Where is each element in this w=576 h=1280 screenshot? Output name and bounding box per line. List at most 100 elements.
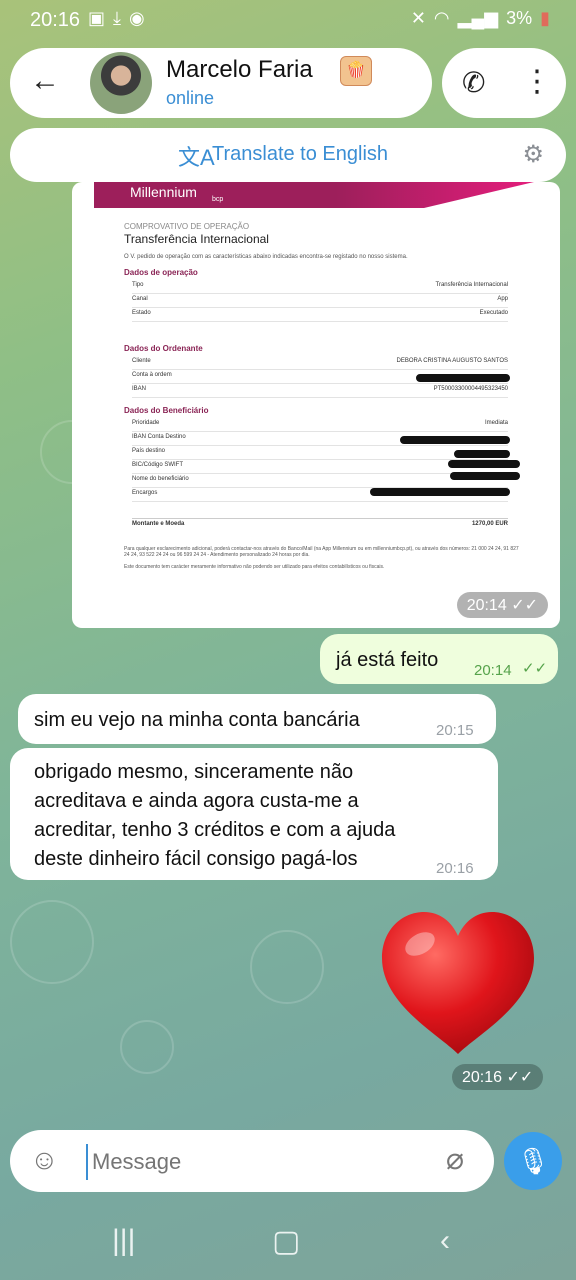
row-label: Tipo: [132, 282, 144, 288]
redaction-mark: [454, 450, 510, 458]
wifi-icon: ◠: [433, 8, 450, 28]
microphone-icon: 🎙: [516, 1146, 550, 1176]
receipt-row: Prioridade Imediata: [132, 420, 508, 432]
translate-icon: 文A: [178, 145, 215, 170]
redaction-mark: [416, 374, 510, 382]
row-label: BIC/Código SWIFT: [132, 462, 184, 468]
status-time: 20:16: [30, 9, 81, 31]
bank-logo: Millennium: [130, 184, 197, 200]
background-doodle: [250, 930, 324, 1004]
receipt-disclaimer: Este documento tem carácter meramente in…: [124, 564, 385, 570]
double-check-icon: ✓✓: [506, 1069, 534, 1086]
section-heading: Dados do Ordenante: [124, 344, 203, 353]
image-message[interactable]: Millennium bcp COMPROVATIVO DE OPERAÇÃO …: [72, 182, 560, 628]
incoming-message[interactable]: sim eu vejo na minha conta bancária 20:1…: [18, 694, 496, 744]
double-check-icon: ✓✓: [511, 597, 538, 614]
receipt-row: Canal App: [132, 296, 508, 308]
translate-label[interactable]: Translate to English: [212, 143, 388, 166]
row-label: Conta à ordem: [132, 372, 172, 378]
row-label: Encargos: [132, 490, 158, 496]
row-value: App: [497, 296, 508, 302]
system-nav-bar: ||| ▢ ‹: [0, 1210, 576, 1280]
redaction-mark: [450, 472, 520, 480]
row-value: Executado: [479, 310, 508, 316]
battery-icon: ▮: [540, 8, 550, 28]
double-check-icon: ✓✓: [522, 660, 548, 677]
row-label: Prioridade: [132, 420, 160, 426]
heart-emoji-sticker[interactable]: [378, 908, 538, 1058]
status-bar: 20:16 ▣ ⤓ ◉ ✕ ◠ ▂▄▆ 3% ▮: [0, 0, 576, 42]
transfer-receipt-image[interactable]: Millennium bcp COMPROVATIVO DE OPERAÇÃO …: [94, 182, 534, 582]
row-label: IBAN: [132, 386, 147, 392]
row-label: País destino: [132, 448, 166, 454]
message-time: 20:16 ✓✓: [452, 1064, 544, 1090]
receipt-row: IBAN PT50003300004495323450: [132, 386, 508, 398]
row-value: Imediata: [484, 420, 508, 426]
message-input[interactable]: [86, 1144, 434, 1180]
row-label: IBAN Conta Destino: [132, 434, 186, 440]
outgoing-message[interactable]: já está feito 20:14 ✓✓: [320, 634, 558, 684]
amount-value: 1270,00 EUR: [471, 521, 508, 527]
translate-bar[interactable]: 文A Translate to English ⚙: [10, 128, 566, 182]
message-composer: ☺ ⌀: [10, 1130, 494, 1192]
receipt-amount-row: Montante e Moeda 1270,00 EUR: [132, 518, 508, 535]
message-line: acreditar, tenho 3 créditos e com a ajud…: [34, 819, 396, 841]
emoji-icon[interactable]: ☺: [30, 1144, 59, 1176]
chat-header[interactable]: ← Marcelo Faria 🍿 online: [10, 48, 432, 118]
circle-icon: ◉: [128, 8, 145, 28]
row-value: DEBORA CRISTINA AUGUSTO SANTOS: [396, 358, 508, 364]
signal-icon: ▂▄▆: [457, 8, 499, 28]
section-heading: Dados de operação: [124, 268, 198, 277]
microphone-button[interactable]: 🎙: [504, 1132, 562, 1190]
home-icon[interactable]: ▢: [272, 1224, 300, 1259]
translate-settings-icon[interactable]: ⚙: [522, 140, 544, 169]
row-label: Estado: [132, 310, 151, 316]
message-time: 20:15: [436, 722, 474, 739]
receipt-subtitle: COMPROVATIVO DE OPERAÇÃO: [124, 222, 250, 231]
message-line: acreditava e ainda agora custa-me a: [34, 790, 359, 812]
back-nav-icon[interactable]: ‹: [440, 1224, 450, 1258]
row-value: PT50003300004495323450: [433, 386, 508, 392]
avatar[interactable]: [90, 52, 152, 114]
gallery-icon: ▣: [88, 8, 106, 28]
receipt-row: País destino: [132, 448, 508, 460]
download-icon: ⤓: [113, 8, 121, 28]
phone-icon[interactable]: ✆: [462, 66, 485, 99]
incoming-message[interactable]: obrigado mesmo, sinceramente não acredit…: [10, 748, 498, 880]
back-arrow-icon[interactable]: ←: [30, 66, 60, 96]
row-label: Cliente: [132, 358, 151, 364]
receipt-row: Tipo Transferência Internacional: [132, 282, 508, 294]
popcorn-emoji-icon: 🍿: [340, 56, 372, 86]
mute-icon: ✕: [410, 8, 426, 28]
message-line: obrigado mesmo, sinceramente não: [34, 761, 354, 783]
contact-name[interactable]: Marcelo Faria: [166, 56, 313, 84]
more-vertical-icon[interactable]: ⋮: [522, 64, 552, 99]
receipt-row: Estado Executado: [132, 310, 508, 322]
message-text: já está feito: [336, 649, 439, 671]
time-text: 20:16: [462, 1069, 503, 1086]
section-heading: Dados do Beneficiário: [124, 406, 209, 415]
bank-logo-sub: bcp: [212, 196, 224, 203]
receipt-intro: O V. pedido de operação com as caracterí…: [124, 254, 408, 260]
message-time: 20:16: [436, 860, 474, 877]
receipt-row: Cliente DEBORA CRISTINA AUGUSTO SANTOS: [132, 358, 508, 370]
message-time: 20:14 ✓✓: [456, 592, 548, 618]
recent-apps-icon[interactable]: |||: [112, 1224, 135, 1258]
message-text: sim eu vejo na minha conta bancária: [34, 709, 360, 731]
paperclip-icon[interactable]: ⌀: [446, 1142, 464, 1177]
background-doodle: [10, 900, 94, 984]
header-actions: ✆ ⋮: [442, 48, 566, 118]
background-doodle: [120, 1020, 174, 1074]
redaction-mark: [370, 488, 510, 496]
row-label: Canal: [132, 296, 148, 302]
time-text: 20:14: [466, 597, 507, 614]
message-time: 20:14: [474, 662, 512, 679]
receipt-title: Transferência Internacional: [124, 232, 269, 246]
receipt-footer: Para qualquer esclarecimento adicional, …: [124, 546, 519, 558]
redaction-mark: [448, 460, 520, 468]
row-label: Nome do beneficiário: [132, 476, 189, 482]
row-value: Transferência Internacional: [435, 282, 508, 288]
message-line: deste dinheiro fácil consigo pagá-los: [34, 848, 358, 870]
battery-level: 3%: [506, 8, 533, 28]
amount-label: Montante e Moeda: [132, 521, 185, 527]
